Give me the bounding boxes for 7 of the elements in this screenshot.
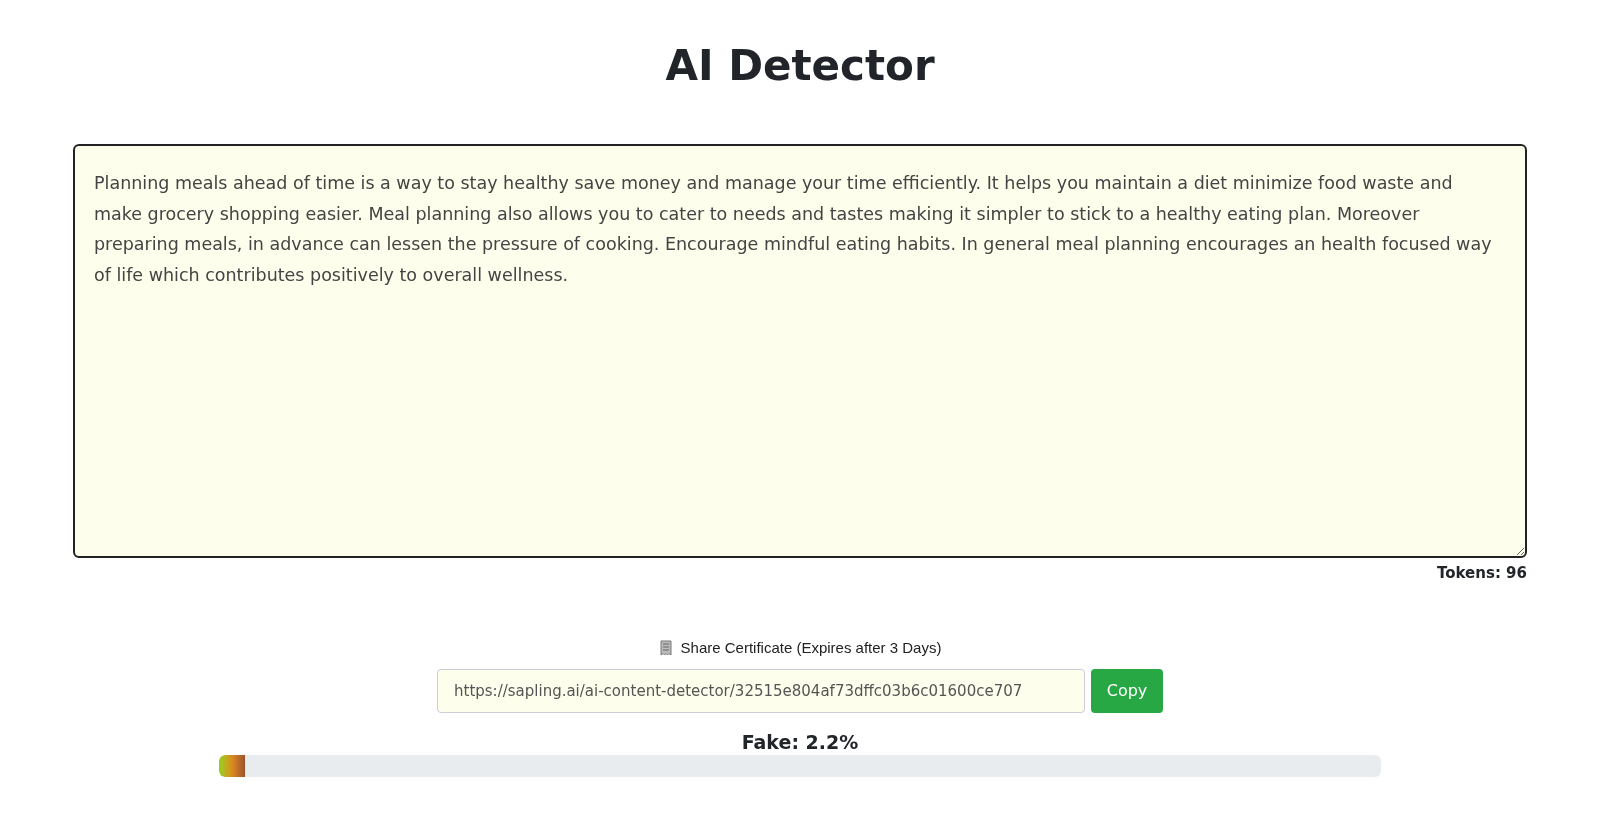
share-certificate-label: Share Certificate (Expires after 3 Days) [680,637,942,658]
url-field[interactable]: https://sapling.ai/ai-content-detector/32515e804af73dffc03b6c01600ce707 [437,669,1085,713]
text-input[interactable]: Planning meals ahead of time is a way to stay healthy save money and manage your time efficiently. It helps you maintain a diet minimize food waste and make grocery shopping easier. Meal planning also allows you to cater to needs and tastes making it simpler to stick to a healthy eating plan. Moreover preparing meals, in advance can lessen the pressure of cooking. Encourage mindful eating habits. In general meal planning encourages an health focused way of life which contributes positively to overall wellness. [73,144,1527,558]
token-count: Tokens: 96 [1437,563,1527,584]
receipt-icon [658,639,673,656]
page-title: AI Detector [665,40,935,92]
fake-score: Fake: 2.2% [741,730,859,755]
